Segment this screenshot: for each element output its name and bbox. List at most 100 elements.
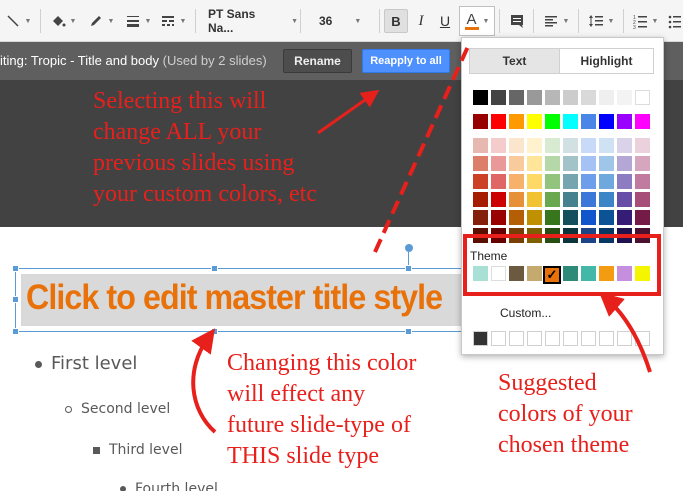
color-swatch[interactable]	[599, 156, 614, 171]
color-swatch[interactable]	[563, 114, 578, 129]
color-swatch[interactable]	[509, 90, 524, 105]
text-color-button[interactable]: A ▼	[458, 0, 496, 42]
color-swatch[interactable]	[617, 114, 632, 129]
tab-text[interactable]: Text	[469, 48, 560, 74]
color-swatch[interactable]	[545, 192, 560, 207]
color-swatch[interactable]	[509, 156, 524, 171]
color-swatch[interactable]	[617, 210, 632, 225]
color-swatch[interactable]	[509, 192, 524, 207]
color-swatch[interactable]	[617, 90, 632, 105]
color-swatch[interactable]	[635, 210, 650, 225]
color-swatch[interactable]	[491, 174, 506, 189]
custom-color-swatch[interactable]	[581, 331, 596, 346]
bulleted-list-button[interactable]	[664, 0, 683, 42]
font-size-select[interactable]: 36 ▼	[305, 0, 375, 42]
color-swatch[interactable]	[509, 174, 524, 189]
color-swatch[interactable]	[635, 156, 650, 171]
custom-color-swatch[interactable]	[509, 331, 524, 346]
color-swatch[interactable]	[527, 138, 542, 153]
color-swatch[interactable]	[581, 174, 596, 189]
color-swatch[interactable]	[545, 174, 560, 189]
color-swatch[interactable]	[545, 156, 560, 171]
border-color-button[interactable]: ▼	[84, 0, 118, 42]
color-swatch[interactable]	[617, 192, 632, 207]
color-swatch[interactable]	[545, 114, 560, 129]
color-swatch[interactable]	[527, 192, 542, 207]
color-swatch[interactable]	[581, 138, 596, 153]
color-swatch[interactable]	[617, 156, 632, 171]
font-family-select[interactable]: PT Sans Na... ▼	[200, 0, 298, 42]
color-swatch[interactable]	[473, 192, 488, 207]
color-swatch[interactable]	[491, 114, 506, 129]
color-swatch[interactable]	[617, 138, 632, 153]
color-swatch[interactable]	[473, 174, 488, 189]
color-swatch[interactable]	[509, 138, 524, 153]
align-button[interactable]: ▼	[538, 0, 574, 42]
underline-button[interactable]: U	[434, 0, 456, 42]
color-swatch[interactable]	[491, 138, 506, 153]
border-weight-button[interactable]: ▼	[122, 0, 154, 42]
resize-handle[interactable]	[405, 328, 412, 335]
color-swatch[interactable]	[581, 90, 596, 105]
reapply-to-all-button[interactable]: Reapply to all	[362, 49, 450, 73]
color-swatch[interactable]	[563, 156, 578, 171]
color-swatch[interactable]	[563, 90, 578, 105]
color-swatch[interactable]	[635, 138, 650, 153]
color-swatch[interactable]	[527, 90, 542, 105]
tab-highlight[interactable]: Highlight	[559, 48, 654, 74]
color-swatch[interactable]	[527, 210, 542, 225]
color-swatch[interactable]	[545, 210, 560, 225]
custom-color-swatch[interactable]	[617, 331, 632, 346]
bold-button[interactable]: B	[383, 0, 409, 42]
color-swatch[interactable]	[473, 90, 488, 105]
comment-button[interactable]	[504, 0, 530, 42]
color-swatch[interactable]	[599, 114, 614, 129]
color-swatch[interactable]	[545, 90, 560, 105]
color-swatch[interactable]	[473, 114, 488, 129]
color-swatch[interactable]	[599, 90, 614, 105]
color-swatch[interactable]	[599, 210, 614, 225]
color-swatch[interactable]	[581, 192, 596, 207]
color-swatch[interactable]	[563, 210, 578, 225]
resize-handle[interactable]	[12, 328, 19, 335]
color-swatch[interactable]	[473, 210, 488, 225]
custom-color-link[interactable]: Custom...	[500, 306, 551, 320]
color-swatch[interactable]	[635, 90, 650, 105]
color-swatch[interactable]	[491, 90, 506, 105]
custom-color-swatch[interactable]	[635, 331, 650, 346]
color-swatch[interactable]	[491, 192, 506, 207]
color-swatch[interactable]	[599, 174, 614, 189]
resize-handle[interactable]	[211, 265, 218, 272]
color-swatch[interactable]	[617, 174, 632, 189]
border-dash-button[interactable]: ▼	[157, 0, 189, 42]
color-swatch[interactable]	[635, 192, 650, 207]
color-swatch[interactable]	[491, 156, 506, 171]
color-swatch[interactable]	[563, 174, 578, 189]
color-swatch[interactable]	[599, 192, 614, 207]
color-swatch[interactable]	[473, 138, 488, 153]
rotate-handle[interactable]	[405, 244, 413, 252]
custom-color-swatch[interactable]	[491, 331, 506, 346]
line-tool-button[interactable]: ▼	[0, 0, 36, 42]
resize-handle[interactable]	[12, 296, 19, 303]
color-swatch[interactable]	[581, 210, 596, 225]
resize-handle[interactable]	[211, 328, 218, 335]
custom-color-swatch[interactable]	[545, 331, 560, 346]
custom-color-swatch[interactable]	[599, 331, 614, 346]
color-swatch[interactable]	[527, 156, 542, 171]
fill-color-button[interactable]: ▼	[46, 0, 80, 42]
color-swatch[interactable]	[491, 210, 506, 225]
color-swatch[interactable]	[563, 192, 578, 207]
line-spacing-button[interactable]: ▼	[583, 0, 619, 42]
color-swatch[interactable]	[509, 114, 524, 129]
color-swatch[interactable]	[581, 156, 596, 171]
resize-handle[interactable]	[405, 265, 412, 272]
color-swatch[interactable]	[527, 174, 542, 189]
numbered-list-button[interactable]: 123 ▼	[628, 0, 662, 42]
custom-color-swatch[interactable]	[473, 331, 488, 346]
color-swatch[interactable]	[635, 114, 650, 129]
color-swatch[interactable]	[635, 174, 650, 189]
color-swatch[interactable]	[563, 138, 578, 153]
color-swatch[interactable]	[599, 138, 614, 153]
italic-button[interactable]: I	[410, 0, 432, 42]
